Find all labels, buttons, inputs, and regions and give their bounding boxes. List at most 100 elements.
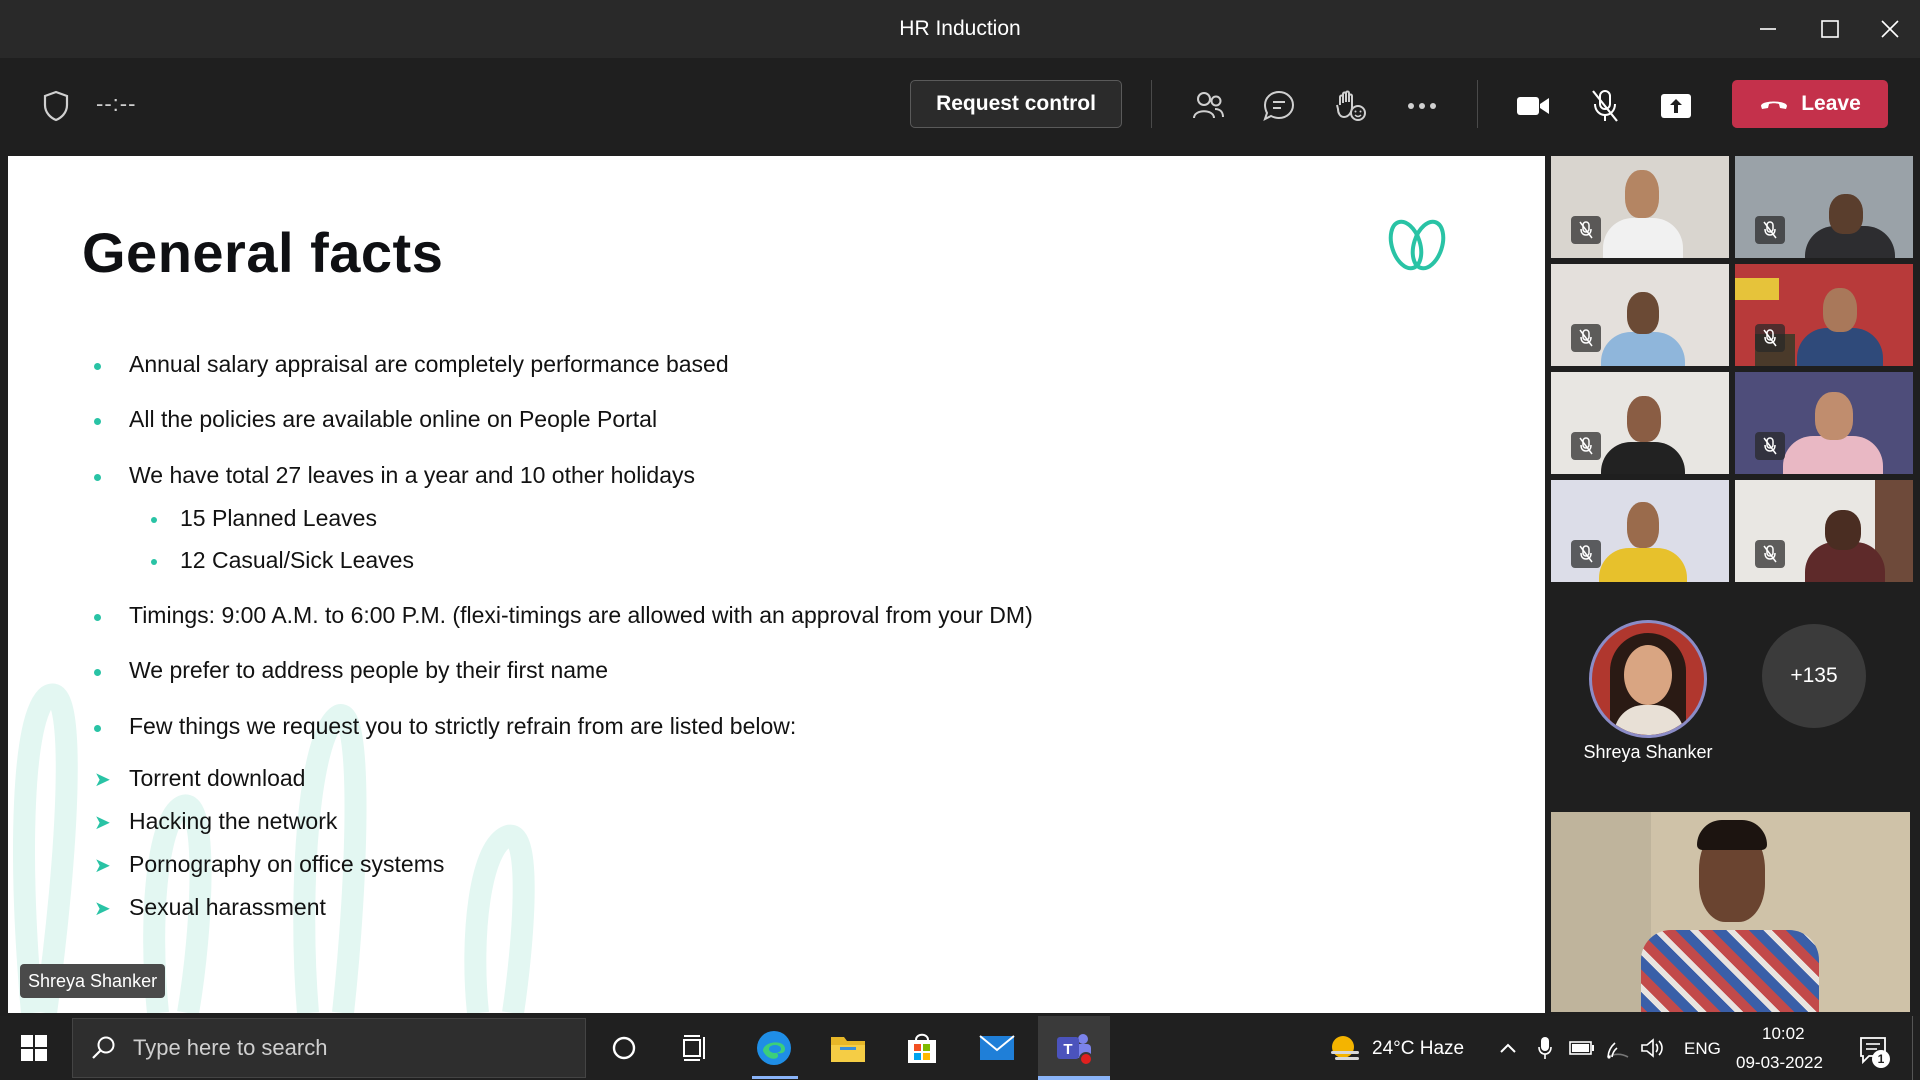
meeting-timer: --:--: [96, 91, 137, 116]
toolbar-divider: [1151, 80, 1152, 128]
arrow-text: Torrent download: [129, 765, 306, 791]
leave-label: Leave: [1801, 92, 1861, 115]
shield-icon[interactable]: [40, 86, 72, 126]
featured-participant-name: Shreya Shanker: [1583, 742, 1713, 762]
bullet-text: All the policies are available online on…: [129, 406, 658, 432]
taskbar-search-input[interactable]: Type here to search: [72, 1018, 586, 1078]
bullet-dot: [94, 363, 101, 370]
show-hidden-icons-button[interactable]: [1496, 1036, 1520, 1060]
clock-time[interactable]: 10:02: [1762, 1024, 1805, 1044]
volume-icon[interactable]: [1638, 1034, 1666, 1062]
mic-muted-icon: [1755, 216, 1785, 244]
arrow-bullet-icon: ➤: [94, 812, 111, 834]
more-icon[interactable]: [1402, 86, 1442, 126]
mic-muted-icon: [1755, 324, 1785, 352]
notification-count-badge: 1: [1872, 1050, 1890, 1068]
bullet-dot: [94, 474, 101, 481]
weather-haze-icon: [1331, 1036, 1359, 1060]
title-bar: HR Induction: [0, 0, 1920, 58]
search-icon: [92, 1036, 115, 1059]
participant-tile[interactable]: [1735, 156, 1913, 258]
company-logo-icon: [1388, 219, 1446, 271]
clock-date[interactable]: 09-03-2022: [1736, 1053, 1823, 1073]
bullet-text: We have total 27 leaves in a year and 10…: [129, 462, 695, 488]
close-icon: [1881, 20, 1899, 38]
mic-muted-icon: [1571, 540, 1601, 568]
self-video: [1551, 812, 1910, 1012]
participant-tile[interactable]: [1551, 480, 1729, 582]
slide-title: General facts: [82, 221, 444, 284]
mic-muted-icon: [1755, 540, 1785, 568]
teams-app-button[interactable]: T: [1052, 1026, 1096, 1070]
file-explorer-button[interactable]: [826, 1026, 870, 1070]
bullet-text: We prefer to address people by their fir…: [129, 657, 608, 683]
search-placeholder: Type here to search: [133, 1035, 328, 1060]
weather-text: 24°C Haze: [1372, 1038, 1465, 1059]
teams-active-indicator: [1038, 1076, 1110, 1080]
cortana-button[interactable]: [604, 1028, 644, 1068]
mic-muted-icon: [1755, 432, 1785, 460]
participants-icon[interactable]: [1188, 86, 1228, 126]
store-button[interactable]: [900, 1026, 944, 1070]
arrow-text: Hacking the network: [129, 808, 338, 834]
show-desktop-button[interactable]: [1912, 1016, 1920, 1080]
participant-tile[interactable]: [1735, 264, 1913, 366]
bullet-text: Annual salary appraisal are completely p…: [129, 351, 729, 377]
camera-icon[interactable]: [1513, 86, 1553, 126]
participant-tile[interactable]: [1551, 372, 1729, 474]
chat-icon[interactable]: [1259, 86, 1299, 126]
task-view-button[interactable]: [676, 1028, 716, 1068]
start-button[interactable]: [14, 1028, 54, 1068]
teams-icon: T: [1057, 1034, 1093, 1066]
notifications-button[interactable]: 1: [1854, 1030, 1894, 1070]
battery-icon[interactable]: [1568, 1036, 1596, 1060]
react-icon[interactable]: [1331, 86, 1371, 126]
edge-icon: [757, 1031, 791, 1065]
task-view-icon: [683, 1035, 705, 1061]
more-participants-button[interactable]: +135: [1762, 624, 1866, 728]
maximize-icon: [1821, 20, 1839, 38]
phone-hangup-icon: [1761, 101, 1788, 109]
participant-tile[interactable]: [1551, 264, 1729, 366]
presenter-name-tag: Shreya Shanker: [20, 964, 166, 998]
chevron-up-icon: [1500, 1043, 1516, 1053]
sub-bullet-text: 15 Planned Leaves: [180, 505, 377, 531]
shared-slide: General facts Annual salary appraisal ar…: [8, 156, 1545, 1013]
bullet-text: Timings: 9:00 A.M. to 6:00 P.M. (flexi-t…: [129, 602, 1033, 628]
weather-button[interactable]: [1326, 1030, 1362, 1066]
maximize-button[interactable]: [1802, 0, 1858, 58]
share-icon[interactable]: [1656, 86, 1696, 126]
microphone-tray-icon[interactable]: [1532, 1034, 1558, 1062]
edge-app-button[interactable]: [752, 1026, 796, 1070]
close-button[interactable]: [1862, 0, 1918, 58]
sub-bullet-text: 12 Casual/Sick Leaves: [180, 547, 414, 573]
bullet-dot: [94, 669, 101, 676]
avatar[interactable]: [1589, 620, 1707, 738]
mail-icon: [979, 1035, 1015, 1060]
window-title: HR Induction: [899, 17, 1021, 40]
leave-button[interactable]: Leave: [1732, 80, 1888, 128]
sub-bullet-dot: [151, 559, 157, 565]
arrow-bullet-icon: ➤: [94, 769, 111, 791]
wifi-icon[interactable]: [1604, 1034, 1632, 1062]
bullet-text: Few things we request you to strictly re…: [129, 713, 797, 739]
request-control-button[interactable]: Request control: [910, 80, 1122, 128]
input-language[interactable]: ENG: [1684, 1039, 1721, 1059]
arrow-text: Pornography on office systems: [129, 851, 445, 877]
arrow-text: Sexual harassment: [129, 894, 326, 920]
arrow-bullet-icon: ➤: [94, 898, 111, 920]
bullet-dot: [94, 614, 101, 621]
meeting-toolbar: --:-- Request control Leave: [0, 58, 1920, 154]
mic-off-icon[interactable]: [1585, 86, 1625, 126]
mic-muted-icon: [1571, 324, 1601, 352]
minimize-icon: [1760, 28, 1776, 30]
arrow-bullet-icon: ➤: [94, 855, 111, 877]
mail-button[interactable]: [975, 1026, 1019, 1070]
participant-tile[interactable]: [1551, 156, 1729, 258]
minimize-button[interactable]: [1740, 0, 1796, 58]
participant-tile[interactable]: [1735, 480, 1913, 582]
participant-tile[interactable]: [1735, 372, 1913, 474]
windows-taskbar: Type here to search T 24°C Haze ENG 10:0…: [0, 1016, 1920, 1080]
cortana-icon: [612, 1036, 636, 1060]
store-icon: [908, 1033, 936, 1063]
